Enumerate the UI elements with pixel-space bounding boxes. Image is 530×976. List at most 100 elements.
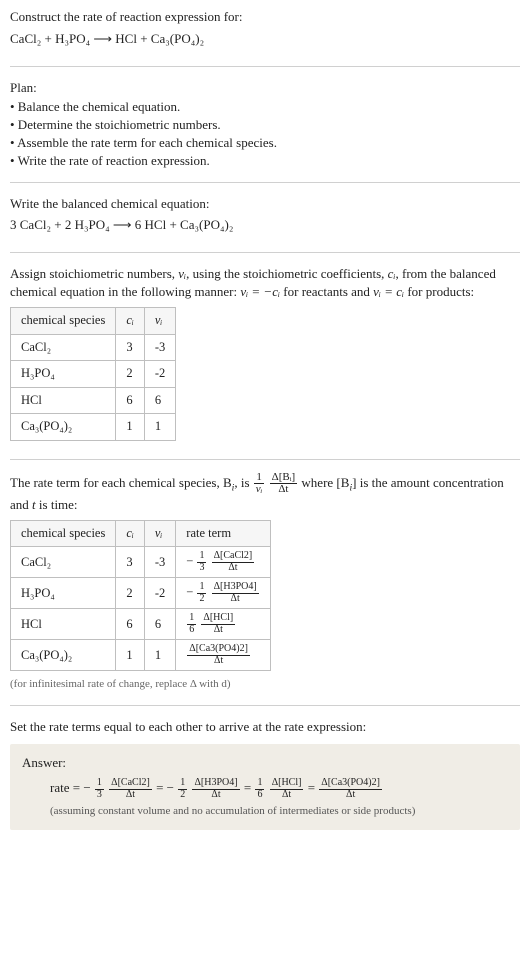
delta-frac: Δ[H3PO4] Δt (212, 582, 259, 604)
plan-section: Plan: • Balance the chemical equation. •… (10, 79, 520, 183)
table-header-row: chemical species cᵢ νᵢ rate term (11, 520, 271, 547)
frac-den: 6 (255, 790, 264, 801)
text: where [B (301, 475, 349, 490)
unbalanced-equation: CaCl₂ + H₃PO₄ ⟶ HCl + Ca₃(PO₄)₂ (10, 30, 520, 48)
coef-frac: 1 2 (178, 778, 187, 800)
cell-rate: 1 6 Δ[HCl] Δt (176, 609, 270, 640)
stoich-section: Assign stoichiometric numbers, νᵢ, using… (10, 265, 520, 460)
text: Assign stoichiometric numbers, (10, 266, 178, 281)
coef-frac: 1 2 (197, 582, 206, 604)
cell-species: Ca₃(PO₄)₂ (11, 640, 116, 671)
nu-i: νᵢ (178, 266, 186, 281)
plan-title: Plan: (10, 79, 520, 97)
table-row: Ca₃(PO₄)₂ 1 1 (11, 414, 176, 441)
cell-species: CaCl₂ (11, 334, 116, 361)
table-row: H₃PO₄ 2 -2 (11, 361, 176, 388)
plan-item: • Write the rate of reaction expression. (10, 152, 520, 170)
rate-lead: rate = − (50, 780, 91, 795)
col-vi: νᵢ (144, 520, 175, 547)
text: for products: (404, 284, 474, 299)
text: is time: (36, 497, 78, 512)
frac-num: 1 (255, 778, 264, 790)
delta-frac: Δ[Ca3(PO4)2] Δt (187, 644, 250, 666)
frac-num: Δ[HCl] (270, 778, 304, 790)
frac-den: 3 (197, 563, 206, 574)
dbi-over-dt: Δ[Bᵢ] Δt (270, 472, 298, 496)
sign: − (186, 554, 193, 568)
cell-ci: 1 (116, 414, 145, 441)
final-title: Set the rate terms equal to each other t… (10, 718, 520, 736)
c-i: cᵢ (388, 266, 396, 281)
frac-den: 3 (95, 790, 104, 801)
rateterm-section: The rate term for each chemical species,… (10, 472, 520, 706)
cell-ci: 6 (116, 609, 145, 640)
delta-frac: Δ[CaCl2] Δt (212, 551, 255, 573)
cell-ci: 2 (116, 361, 145, 388)
answer-box: Answer: rate = − 1 3 Δ[CaCl2] Δt = − 1 2… (10, 744, 520, 830)
cell-species: HCl (11, 387, 116, 414)
table-row: HCl 6 6 1 6 Δ[HCl] Δt (11, 609, 271, 640)
cell-species: Ca₃(PO₄)₂ (11, 414, 116, 441)
col-vi: νᵢ (144, 308, 175, 335)
frac-den: Δt (212, 594, 259, 605)
coef-frac: 1 3 (197, 551, 206, 573)
plan-item: • Balance the chemical equation. (10, 98, 520, 116)
table-row: H₃PO₄ 2 -2 − 1 2 Δ[H3PO4] Δt (11, 578, 271, 609)
frac-num: 1 (95, 778, 104, 790)
frac-den: Δt (109, 790, 152, 801)
frac-num: Δ[Ca3(PO4)2] (319, 778, 382, 790)
cell-vi: -2 (144, 361, 175, 388)
coef-frac: 1 6 (187, 613, 196, 635)
cell-rate: − 1 2 Δ[H3PO4] Δt (176, 578, 270, 609)
cell-species: CaCl₂ (11, 547, 116, 578)
table-header-row: chemical species cᵢ νᵢ (11, 308, 176, 335)
frac-den: 6 (187, 625, 196, 636)
cell-vi: 1 (144, 414, 175, 441)
construct-section: Construct the rate of reaction expressio… (10, 8, 520, 67)
frac-den: νᵢ (254, 484, 265, 496)
final-section: Set the rate terms equal to each other t… (10, 718, 520, 842)
cell-rate: Δ[Ca3(PO4)2] Δt (176, 640, 270, 671)
coef-frac: 1 3 (95, 778, 104, 800)
delta-frac: Δ[HCl] Δt (201, 613, 235, 635)
rateterm-note: (for infinitesimal rate of change, repla… (10, 677, 520, 692)
answer-label: Answer: (22, 754, 508, 772)
delta-frac: Δ[HCl] Δt (270, 778, 304, 800)
cell-species: H₃PO₄ (11, 361, 116, 388)
one-over-nu: 1 νᵢ (254, 472, 265, 496)
table-row: CaCl₂ 3 -3 − 1 3 Δ[CaCl2] Δt (11, 547, 271, 578)
cell-ci: 2 (116, 578, 145, 609)
construct-prompt: Construct the rate of reaction expressio… (10, 8, 520, 26)
balanced-section: Write the balanced chemical equation: 3 … (10, 195, 520, 252)
eq: = (308, 780, 319, 795)
table-row: CaCl₂ 3 -3 (11, 334, 176, 361)
rateterm-table: chemical species cᵢ νᵢ rate term CaCl₂ 3… (10, 520, 271, 672)
table-row: HCl 6 6 (11, 387, 176, 414)
col-rate: rate term (176, 520, 270, 547)
rateterm-intro: The rate term for each chemical species,… (10, 472, 520, 514)
text: The rate term for each chemical species,… (10, 475, 232, 490)
frac-den: Δt (319, 790, 382, 801)
cell-vi: 6 (144, 609, 175, 640)
balanced-title: Write the balanced chemical equation: (10, 195, 520, 213)
frac-den: 2 (178, 790, 187, 801)
cell-species: HCl (11, 609, 116, 640)
cell-vi: 6 (144, 387, 175, 414)
frac-num: Δ[CaCl2] (109, 778, 152, 790)
text: for reactants and (280, 284, 373, 299)
cell-ci: 3 (116, 547, 145, 578)
cell-vi: 1 (144, 640, 175, 671)
frac-num: 1 (178, 778, 187, 790)
delta-frac: Δ[H3PO4] Δt (192, 778, 239, 800)
cell-species: H₃PO₄ (11, 578, 116, 609)
text: , using the stoichiometric coefficients, (186, 266, 388, 281)
frac-den: Δt (187, 656, 250, 667)
eq: = (244, 780, 255, 795)
cell-ci: 6 (116, 387, 145, 414)
coef-frac: 1 6 (255, 778, 264, 800)
cell-ci: 1 (116, 640, 145, 671)
col-species: chemical species (11, 308, 116, 335)
frac-den: Δt (192, 790, 239, 801)
stoich-intro: Assign stoichiometric numbers, νᵢ, using… (10, 265, 520, 301)
frac-den: Δt (270, 484, 298, 496)
